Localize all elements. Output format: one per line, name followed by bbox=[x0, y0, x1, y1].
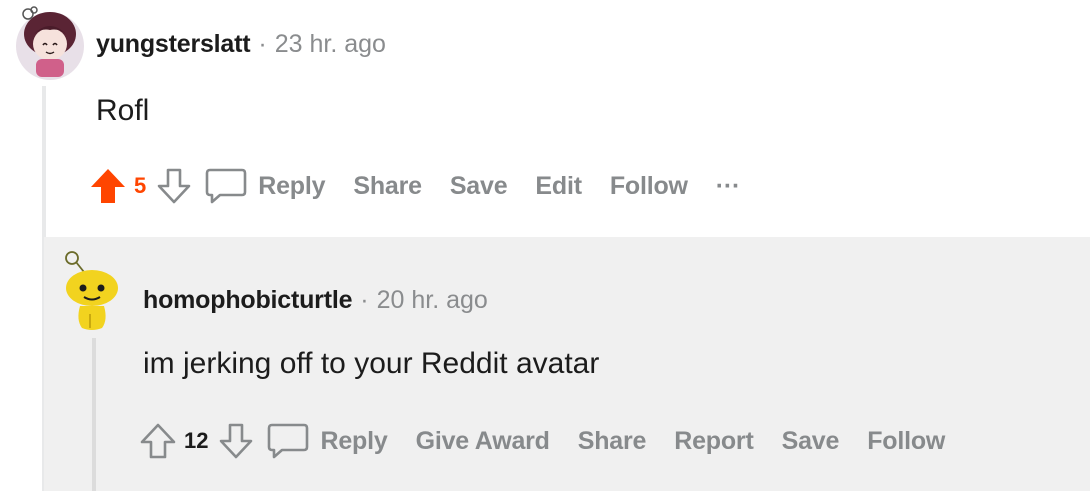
reply-button[interactable]: Reply bbox=[258, 172, 325, 201]
follow-button[interactable]: Follow bbox=[867, 427, 945, 456]
vote-count: 12 bbox=[184, 428, 209, 453]
user-avatar[interactable] bbox=[62, 248, 124, 334]
vote-count: 5 bbox=[134, 173, 147, 198]
username[interactable]: homophobicturtle bbox=[143, 286, 352, 314]
comment-actions: 5 Reply Share Save Edit Follow ··· bbox=[88, 160, 768, 212]
save-button[interactable]: Save bbox=[450, 172, 508, 201]
avatar-icon bbox=[16, 6, 84, 80]
more-options-button[interactable]: ··· bbox=[716, 172, 741, 201]
snoo-avatar-icon bbox=[65, 251, 118, 330]
comment-bubble-icon bbox=[205, 168, 247, 204]
save-button[interactable]: Save bbox=[782, 427, 840, 456]
timestamp[interactable]: 23 hr. ago bbox=[275, 30, 386, 58]
comment-actions: 12 Reply Give Award Share Report Save Fo… bbox=[138, 415, 973, 467]
thread-line[interactable] bbox=[92, 338, 96, 491]
follow-button[interactable]: Follow bbox=[610, 172, 688, 201]
reply-button[interactable]: Reply bbox=[320, 427, 387, 456]
separator-dot: · bbox=[258, 30, 267, 58]
downvote-icon bbox=[157, 168, 191, 204]
reply-bubble-button[interactable] bbox=[266, 421, 310, 461]
downvote-button[interactable] bbox=[218, 421, 254, 461]
downvote-button[interactable] bbox=[156, 166, 192, 206]
comment-meta: yungsterslatt · 23 hr. ago bbox=[96, 30, 386, 59]
upvote-button[interactable] bbox=[88, 166, 128, 206]
give-award-button[interactable]: Give Award bbox=[416, 427, 550, 456]
upvote-button[interactable] bbox=[138, 421, 178, 461]
reply-bubble-button[interactable] bbox=[204, 166, 248, 206]
username[interactable]: yungsterslatt bbox=[96, 30, 251, 58]
edit-button[interactable]: Edit bbox=[535, 172, 582, 201]
downvote-icon bbox=[220, 423, 253, 459]
share-button[interactable]: Share bbox=[578, 427, 647, 456]
upvote-filled-icon bbox=[91, 169, 125, 203]
report-button[interactable]: Report bbox=[674, 427, 754, 456]
comment-meta: homophobicturtle · 20 hr. ago bbox=[143, 286, 488, 315]
comment-body: im jerking off to your Reddit avatar bbox=[143, 347, 600, 380]
upvote-icon bbox=[140, 423, 176, 459]
timestamp[interactable]: 20 hr. ago bbox=[377, 286, 488, 314]
separator-dot: · bbox=[360, 286, 369, 314]
share-button[interactable]: Share bbox=[353, 172, 422, 201]
user-avatar[interactable] bbox=[10, 4, 88, 82]
comment-bubble-icon bbox=[268, 423, 309, 459]
comment-body: Rofl bbox=[96, 94, 150, 127]
